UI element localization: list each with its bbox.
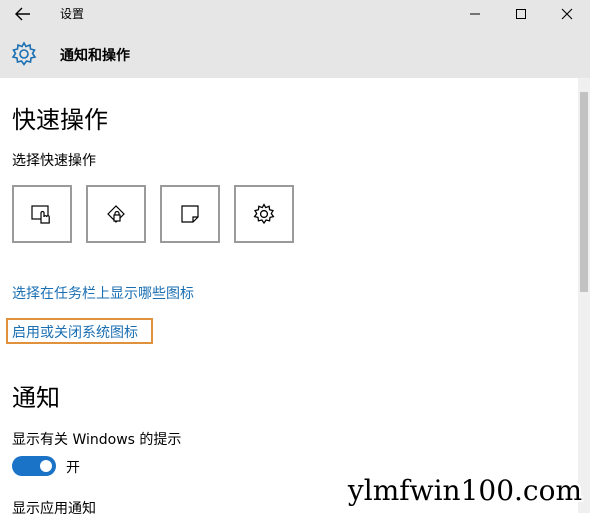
- app-notifications-label: 显示应用通知: [12, 501, 96, 517]
- settings-content[interactable]: 快速操作 选择快速操作 选择在任务栏上显示哪些图标 启用或关闭系统图标 通知 显…: [0, 78, 578, 517]
- notifications-heading: 通知: [12, 384, 60, 412]
- windows-tips-state: 开: [66, 460, 80, 476]
- tablet-mode-icon: [31, 205, 50, 224]
- toggle-knob: [40, 460, 52, 472]
- page-title: 通知和操作: [60, 48, 130, 64]
- system-icons-link[interactable]: 启用或关闭系统图标: [12, 322, 138, 342]
- quick-action-tile-location[interactable]: [86, 185, 146, 243]
- location-icon: [107, 205, 125, 223]
- gear-icon: [253, 203, 275, 225]
- watermark: ylmfwin100.com: [347, 474, 582, 507]
- scrollbar-thumb[interactable]: [580, 92, 588, 292]
- windows-tips-label: 显示有关 Windows 的提示: [12, 432, 182, 448]
- quick-actions-subheading: 选择快速操作: [12, 153, 96, 169]
- maximize-button[interactable]: [498, 0, 544, 28]
- quick-action-tile-tablet-mode[interactable]: [12, 185, 72, 243]
- title-bar: 设置 通知和操作: [0, 0, 590, 78]
- note-icon: [181, 205, 199, 223]
- minimize-button[interactable]: [452, 0, 498, 28]
- close-icon: [561, 8, 573, 20]
- arrow-left-icon: [15, 7, 30, 21]
- quick-action-tile-settings[interactable]: [234, 185, 294, 243]
- back-button[interactable]: [6, 2, 40, 26]
- taskbar-icons-link[interactable]: 选择在任务栏上显示哪些图标: [12, 283, 194, 303]
- windows-tips-toggle[interactable]: [12, 456, 56, 476]
- close-button[interactable]: [544, 0, 590, 28]
- minimize-icon: [470, 13, 480, 15]
- quick-actions-heading: 快速操作: [12, 106, 108, 134]
- gear-icon: [11, 41, 37, 66]
- quick-action-tile-note[interactable]: [160, 185, 220, 243]
- window-title: 设置: [60, 7, 85, 21]
- maximize-icon: [516, 9, 526, 19]
